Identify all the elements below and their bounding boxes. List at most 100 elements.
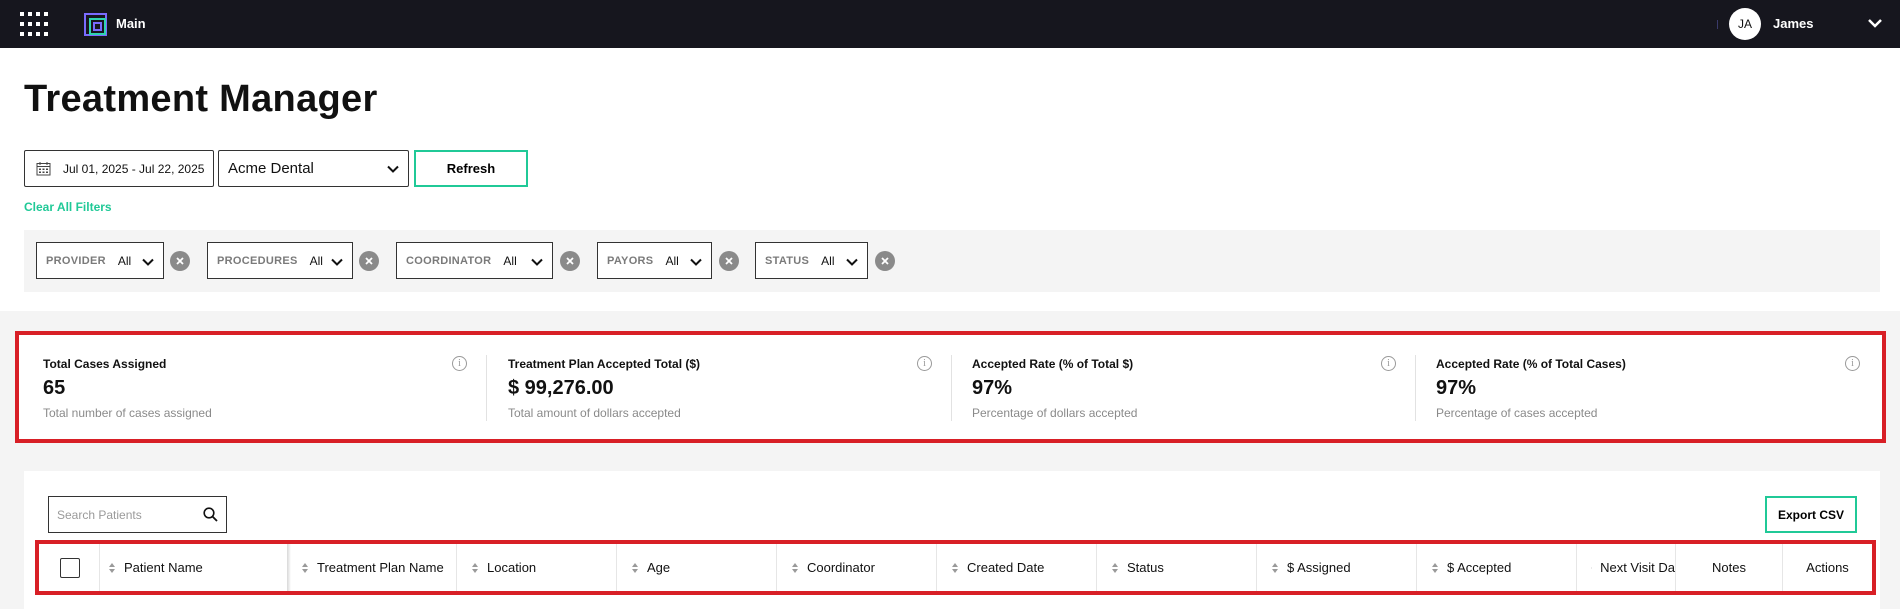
stat-title: Treatment Plan Accepted Total ($): [508, 357, 701, 371]
filter-value: All: [665, 253, 679, 268]
calendar-icon: [36, 162, 51, 176]
column-header-created-date[interactable]: Created Date: [951, 544, 1044, 591]
column-label: Next Visit Da: [1600, 560, 1675, 575]
search-icon[interactable]: [203, 507, 218, 522]
column-label: Age: [647, 560, 671, 575]
filter-bar: PROVIDER All PROCEDURES All COORDINATOR …: [24, 230, 1880, 292]
stat-divider: [951, 355, 952, 421]
stat-accepted-rate-cases: Accepted Rate (% of Total Cases) 97% Per…: [1436, 357, 1886, 427]
sort-icon: [109, 562, 115, 573]
column-label: Created Date: [967, 560, 1045, 575]
column-divider: [456, 544, 457, 591]
stat-description: Total amount of dollars accepted: [508, 406, 681, 420]
stats-summary-card: Total Cases Assigned 65 Total number of …: [15, 331, 1886, 443]
column-divider: [1416, 544, 1417, 591]
export-csv-button[interactable]: Export CSV: [1765, 496, 1857, 533]
column-label: Coordinator: [807, 560, 875, 575]
stat-value: $ 99,276.00: [508, 377, 614, 399]
column-divider: [936, 544, 937, 591]
stat-accepted-rate-dollars: Accepted Rate (% of Total $) 97% Percent…: [972, 357, 1422, 427]
column-divider: [99, 544, 100, 591]
chevron-down-icon: [331, 258, 343, 266]
sort-icon: [1591, 566, 1592, 569]
column-header-accepted[interactable]: $ Accepted: [1431, 544, 1511, 591]
filter-clear-icon[interactable]: [875, 251, 895, 271]
select-all-checkbox[interactable]: [60, 558, 80, 578]
filter-clear-icon[interactable]: [560, 251, 580, 271]
filter-provider[interactable]: PROVIDER All: [36, 242, 164, 279]
chevron-down-icon: [690, 258, 702, 266]
filter-status[interactable]: STATUS All: [755, 242, 868, 279]
column-header-coordinator[interactable]: Coordinator: [791, 544, 875, 591]
apps-grid-icon[interactable]: [20, 12, 48, 36]
column-label: Actions: [1806, 560, 1849, 575]
filter-value: All: [117, 253, 132, 268]
location-value: Acme Dental: [228, 160, 314, 177]
info-icon[interactable]: i: [1381, 356, 1396, 371]
top-navigation-bar: Main JA James: [0, 0, 1900, 48]
filter-clear-icon[interactable]: [359, 251, 379, 271]
user-name[interactable]: James: [1773, 16, 1813, 31]
stat-total-cases: Total Cases Assigned 65 Total number of …: [43, 357, 493, 427]
filter-coordinator[interactable]: COORDINATOR All: [396, 242, 553, 279]
app-title[interactable]: Main: [116, 16, 146, 31]
column-divider: [1576, 544, 1577, 591]
column-label: Status: [1127, 560, 1164, 575]
filter-payors[interactable]: PAYORS All: [597, 242, 712, 279]
sort-icon: [302, 562, 308, 573]
search-input[interactable]: [57, 507, 197, 522]
column-label: $ Accepted: [1447, 560, 1512, 575]
column-label: Notes: [1712, 560, 1746, 575]
header-card: Treatment Manager Jul 01, 2025 - Jul 22,…: [0, 48, 1900, 311]
chevron-down-icon: [387, 165, 399, 173]
filter-procedures[interactable]: PROCEDURES All: [207, 242, 353, 279]
chevron-down-icon: [531, 258, 543, 266]
filter-value: All: [309, 253, 323, 268]
filter-label: PROVIDER: [46, 254, 106, 267]
sort-icon: [952, 562, 958, 573]
patients-table-card: Export CSV Patient Name Treatment Plan N…: [24, 471, 1880, 609]
chevron-down-icon[interactable]: [1866, 14, 1884, 32]
search-box[interactable]: [48, 496, 227, 533]
stat-title: Total Cases Assigned: [43, 357, 167, 371]
stat-value: 65: [43, 377, 66, 399]
filter-clear-icon[interactable]: [170, 251, 190, 271]
column-header-assigned[interactable]: $ Assigned: [1271, 544, 1351, 591]
location-select[interactable]: Acme Dental: [218, 150, 409, 187]
date-range-value: Jul 01, 2025 - Jul 22, 2025: [63, 161, 205, 176]
column-header-location[interactable]: Location: [471, 544, 536, 591]
column-divider: [1256, 544, 1257, 591]
stat-title: Accepted Rate (% of Total $): [972, 357, 1134, 371]
sort-icon: [792, 562, 798, 573]
stat-accepted-total: Treatment Plan Accepted Total ($) $ 99,2…: [508, 357, 958, 427]
column-header-status[interactable]: Status: [1111, 544, 1164, 591]
sort-icon: [632, 562, 638, 573]
filter-value: All: [821, 253, 835, 268]
filter-clear-icon[interactable]: [719, 251, 739, 271]
date-range-picker[interactable]: Jul 01, 2025 - Jul 22, 2025: [24, 150, 214, 187]
avatar[interactable]: JA: [1729, 8, 1761, 40]
info-icon[interactable]: i: [1845, 356, 1860, 371]
filter-label: PROCEDURES: [217, 254, 298, 267]
info-icon[interactable]: i: [917, 356, 932, 371]
table-header-row: Patient Name Treatment Plan Name Locatio…: [35, 540, 1876, 595]
clear-all-filters-link[interactable]: Clear All Filters: [24, 200, 112, 214]
sort-icon: [1432, 562, 1438, 573]
column-header-next-visit-date[interactable]: Next Visit Da: [1591, 544, 1675, 591]
stat-description: Total number of cases assigned: [43, 406, 212, 420]
column-header-notes: Notes: [1676, 544, 1782, 591]
stat-value: 97%: [972, 377, 1013, 399]
column-header-treatment-plan-name[interactable]: Treatment Plan Name: [301, 544, 444, 591]
topbar-divider: [1717, 20, 1718, 29]
app-logo-icon[interactable]: [84, 13, 107, 36]
column-header-age[interactable]: Age: [631, 544, 670, 591]
filter-label: PAYORS: [607, 254, 654, 267]
column-divider: [1096, 544, 1097, 591]
refresh-button[interactable]: Refresh: [414, 150, 528, 187]
stat-divider: [1415, 355, 1416, 421]
filter-value: All: [503, 253, 517, 268]
column-header-patient-name[interactable]: Patient Name: [108, 544, 203, 591]
stat-title: Accepted Rate (% of Total Cases): [1436, 357, 1626, 371]
sort-icon: [1272, 562, 1278, 573]
info-icon[interactable]: i: [452, 356, 467, 371]
